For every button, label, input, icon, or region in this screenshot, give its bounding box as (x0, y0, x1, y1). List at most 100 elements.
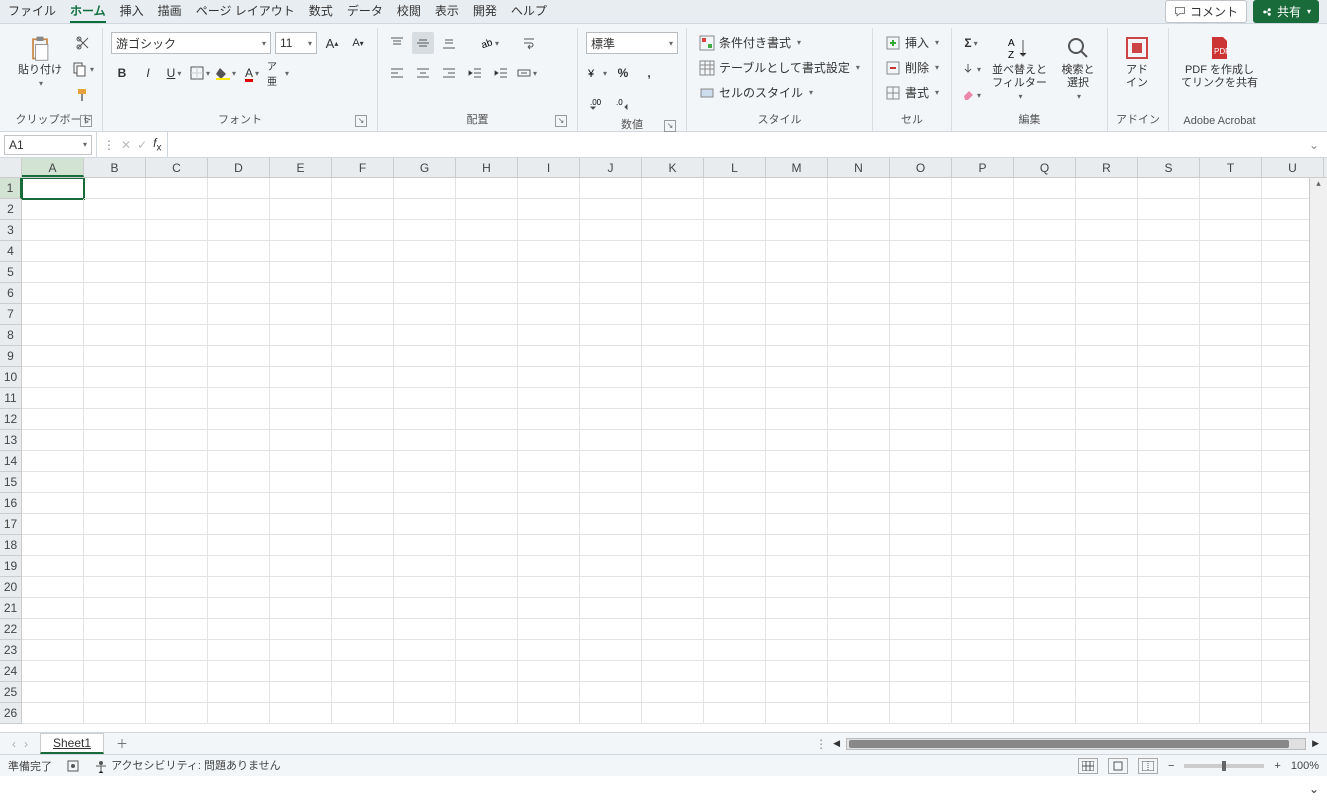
cell[interactable] (828, 514, 890, 535)
cell[interactable] (394, 346, 456, 367)
cell[interactable] (518, 619, 580, 640)
tab-help[interactable]: ヘルプ (511, 0, 547, 23)
cell[interactable] (456, 262, 518, 283)
cell[interactable] (1138, 598, 1200, 619)
cell[interactable] (642, 640, 704, 661)
tab-review[interactable]: 校閲 (397, 0, 421, 23)
cell[interactable] (1138, 199, 1200, 220)
cell[interactable] (642, 703, 704, 724)
cell[interactable] (828, 241, 890, 262)
cell[interactable] (84, 682, 146, 703)
cell[interactable] (22, 451, 84, 472)
column-header[interactable]: H (456, 158, 518, 177)
column-header[interactable]: A (22, 158, 84, 177)
cell[interactable] (84, 493, 146, 514)
sheet-nav-next[interactable]: › (24, 737, 28, 751)
cell[interactable] (952, 577, 1014, 598)
cell[interactable] (1200, 619, 1262, 640)
cell[interactable] (456, 325, 518, 346)
cell[interactable] (518, 388, 580, 409)
tab-developer[interactable]: 開発 (473, 0, 497, 23)
decrease-indent-button[interactable] (464, 62, 486, 84)
cell[interactable] (766, 283, 828, 304)
cell[interactable] (1014, 682, 1076, 703)
cell[interactable] (580, 514, 642, 535)
cell[interactable] (828, 178, 890, 199)
cell[interactable] (890, 577, 952, 598)
row-header[interactable]: 6 (0, 283, 22, 304)
cell[interactable] (146, 640, 208, 661)
cell[interactable] (394, 430, 456, 451)
cell[interactable] (146, 304, 208, 325)
cell[interactable] (146, 493, 208, 514)
cell[interactable] (518, 472, 580, 493)
cell[interactable] (828, 367, 890, 388)
cell[interactable] (1014, 367, 1076, 388)
cell[interactable] (1138, 619, 1200, 640)
cell[interactable] (766, 640, 828, 661)
column-header[interactable]: L (704, 158, 766, 177)
cell[interactable] (208, 472, 270, 493)
cell[interactable] (1200, 367, 1262, 388)
cell[interactable] (890, 703, 952, 724)
cell[interactable] (1200, 430, 1262, 451)
cell[interactable] (270, 178, 332, 199)
cell[interactable] (22, 304, 84, 325)
cell[interactable] (22, 283, 84, 304)
cell[interactable] (208, 283, 270, 304)
cell[interactable] (1014, 493, 1076, 514)
cell[interactable] (456, 661, 518, 682)
vertical-scrollbar[interactable]: ▴ (1309, 178, 1327, 732)
cell[interactable] (332, 367, 394, 388)
cell[interactable] (642, 283, 704, 304)
cell[interactable] (456, 703, 518, 724)
collapse-ribbon-button[interactable]: ⌄ (1309, 782, 1319, 796)
cell[interactable] (952, 367, 1014, 388)
cell[interactable] (704, 304, 766, 325)
cell[interactable] (642, 388, 704, 409)
cell[interactable] (828, 283, 890, 304)
cell[interactable] (828, 325, 890, 346)
cell[interactable] (518, 493, 580, 514)
cell[interactable] (84, 472, 146, 493)
cell[interactable] (456, 241, 518, 262)
cell[interactable] (952, 703, 1014, 724)
cell[interactable] (1138, 241, 1200, 262)
cell[interactable] (518, 535, 580, 556)
cell[interactable] (828, 703, 890, 724)
cell[interactable] (642, 682, 704, 703)
cell[interactable] (518, 577, 580, 598)
cell[interactable] (704, 493, 766, 514)
cell[interactable] (146, 682, 208, 703)
cell[interactable] (1200, 451, 1262, 472)
cell[interactable] (642, 535, 704, 556)
cell[interactable] (22, 388, 84, 409)
cell[interactable] (766, 262, 828, 283)
cell[interactable] (146, 241, 208, 262)
cell[interactable] (84, 409, 146, 430)
cell[interactable] (1076, 388, 1138, 409)
cell[interactable] (890, 178, 952, 199)
cell[interactable] (456, 220, 518, 241)
cell[interactable] (146, 619, 208, 640)
column-header[interactable]: B (84, 158, 146, 177)
cell[interactable] (890, 556, 952, 577)
cut-button[interactable] (72, 32, 94, 54)
cell[interactable] (146, 703, 208, 724)
cell[interactable] (456, 682, 518, 703)
sheet-nav-prev[interactable]: ‹ (12, 737, 16, 751)
cell[interactable] (766, 556, 828, 577)
cell[interactable] (394, 388, 456, 409)
cell[interactable] (22, 598, 84, 619)
cell[interactable] (1014, 640, 1076, 661)
cell[interactable] (952, 535, 1014, 556)
cell[interactable] (84, 220, 146, 241)
cell[interactable] (22, 199, 84, 220)
cell[interactable] (890, 220, 952, 241)
cell[interactable] (828, 640, 890, 661)
cell[interactable] (766, 430, 828, 451)
cell[interactable] (270, 430, 332, 451)
cell[interactable] (22, 430, 84, 451)
cell[interactable] (890, 241, 952, 262)
format-as-table-button[interactable]: テーブルとして書式設定▾ (695, 57, 864, 78)
